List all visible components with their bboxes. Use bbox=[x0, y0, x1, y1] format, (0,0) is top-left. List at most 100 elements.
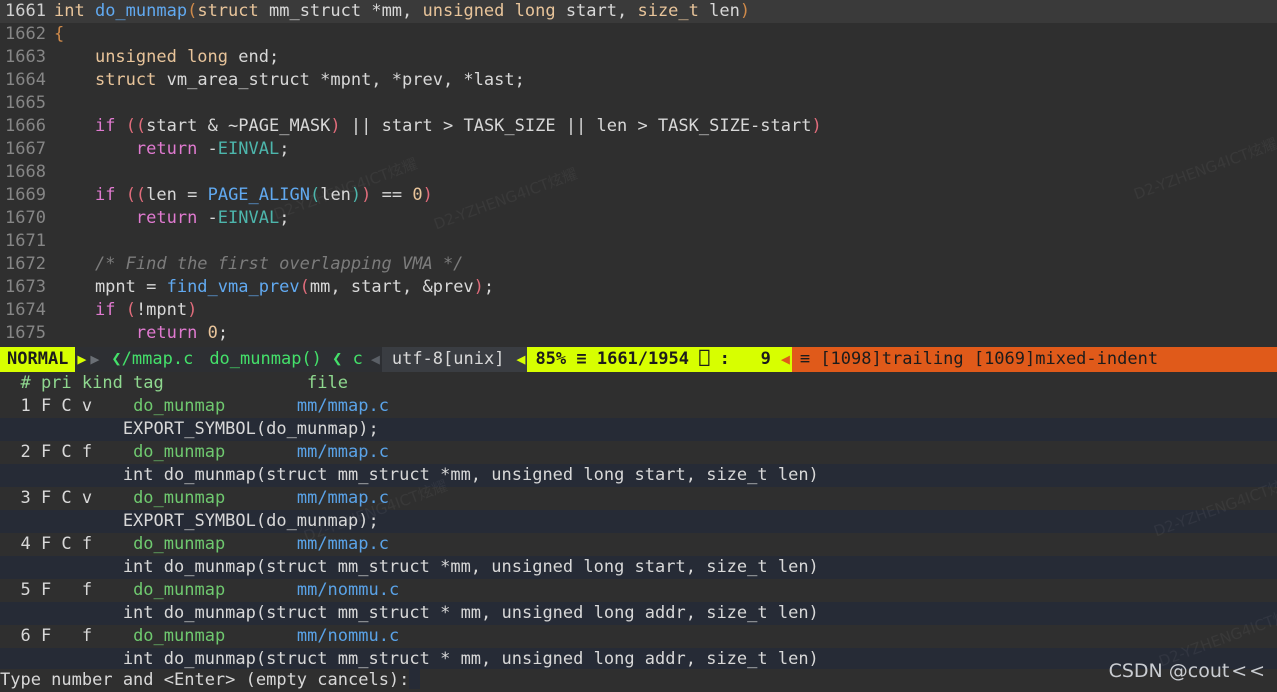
tag-row-meta: 1 F C v bbox=[0, 396, 134, 416]
code-line[interactable]: 1661 int do_munmap(struct mm_struct *mm, … bbox=[0, 0, 1277, 23]
code-line[interactable]: 1671 bbox=[0, 230, 1277, 253]
tag-list-row[interactable]: 1 F C v do_munmap mm/mmap.c bbox=[0, 395, 1277, 418]
code-token: (( bbox=[125, 116, 147, 136]
code-token: size_t bbox=[637, 1, 699, 21]
code-line[interactable]: 1669 if ((len = PAGE_ALIGN(len)) == 0) bbox=[0, 184, 1277, 207]
code-text: return -EINVAL; bbox=[54, 139, 290, 159]
tag-row-name: do_munmap bbox=[133, 580, 226, 600]
code-text: return -EINVAL; bbox=[54, 208, 290, 228]
code-text: { bbox=[54, 24, 64, 44]
tag-row-gap bbox=[225, 580, 297, 600]
code-token: struct bbox=[197, 1, 259, 21]
code-line[interactable]: 1675 return 0; bbox=[0, 322, 1277, 345]
code-text: if ((len = PAGE_ALIGN(len)) == 0) bbox=[54, 185, 433, 205]
code-line[interactable]: 1668 bbox=[0, 161, 1277, 184]
tag-row-file[interactable]: mm/mmap.c bbox=[297, 396, 389, 416]
tag-row-gap bbox=[225, 396, 297, 416]
code-line[interactable]: 1663 unsigned long end; bbox=[0, 46, 1277, 69]
statusline-mode: NORMAL bbox=[0, 347, 76, 372]
tag-list-row[interactable]: 2 F C f do_munmap mm/mmap.c bbox=[0, 441, 1277, 464]
tag-row-preview: EXPORT_SYMBOL(do_munmap); bbox=[0, 418, 1277, 441]
prompt-label: Type number and <Enter> (empty cancels): bbox=[0, 670, 410, 690]
code-line[interactable]: 1666 if ((start & ~PAGE_MASK) || start >… bbox=[0, 115, 1277, 138]
code-token: return bbox=[135, 323, 198, 343]
code-line[interactable]: 1674 if (!mpnt) bbox=[0, 299, 1277, 322]
tag-row-name: do_munmap bbox=[133, 396, 226, 416]
code-text: if (!mpnt) bbox=[54, 300, 197, 320]
code-line[interactable]: 1665 bbox=[0, 92, 1277, 115]
tag-list-row[interactable]: 5 F f do_munmap mm/nommu.c bbox=[0, 579, 1277, 602]
tag-row-preview: int do_munmap(struct mm_struct *mm, unsi… bbox=[0, 464, 1277, 487]
tag-row-file[interactable]: mm/mmap.c bbox=[297, 488, 389, 508]
code-token: !mpnt bbox=[135, 300, 188, 320]
code-text: /* Find the first overlapping VMA */ bbox=[54, 254, 463, 274]
code-token: ( bbox=[309, 185, 321, 205]
code-token: do_munmap bbox=[94, 1, 188, 21]
code-token: ) bbox=[473, 277, 484, 297]
tag-row-gap bbox=[225, 488, 297, 508]
line-number: 1662 bbox=[5, 24, 46, 44]
line-number: 1663 bbox=[5, 47, 46, 67]
code-token: len bbox=[320, 185, 351, 205]
line-number: 1668 bbox=[5, 162, 46, 182]
line-number: 1665 bbox=[5, 93, 46, 113]
tag-row-file[interactable]: mm/mmap.c bbox=[297, 442, 389, 462]
tag-list-row[interactable]: 6 F f do_munmap mm/nommu.c bbox=[0, 625, 1277, 648]
tag-row-gap bbox=[225, 442, 297, 462]
tag-row-file[interactable]: mm/nommu.c bbox=[297, 580, 399, 600]
csdn-watermark: CSDN @cout < < bbox=[1108, 660, 1265, 682]
code-token: if bbox=[94, 300, 116, 320]
statusline-current-tag: do_munmap() ❮ c bbox=[203, 347, 369, 372]
tag-list-row[interactable]: 3 F C v do_munmap mm/mmap.c bbox=[0, 487, 1277, 510]
tag-list-pane[interactable]: # pri kind tag file 1 F C v do_munmap mm… bbox=[0, 372, 1277, 669]
tag-row-gap bbox=[225, 626, 297, 646]
line-number: 1666 bbox=[5, 116, 46, 136]
code-token: 0 bbox=[207, 323, 218, 343]
code-line[interactable]: 1670 return -EINVAL; bbox=[0, 207, 1277, 230]
line-number: 1669 bbox=[5, 185, 46, 205]
code-token: ) bbox=[739, 1, 751, 21]
code-line[interactable]: 1664 struct vm_area_struct *mpnt, *prev,… bbox=[0, 69, 1277, 92]
tag-row-file[interactable]: mm/mmap.c bbox=[297, 534, 389, 554]
code-token: len = bbox=[146, 185, 208, 205]
code-token: mpnt = bbox=[54, 277, 167, 297]
code-token: EINVAL bbox=[217, 208, 280, 228]
code-token: PAGE_ALIGN bbox=[207, 185, 310, 205]
code-token: ; bbox=[483, 277, 495, 297]
code-token: ( bbox=[187, 1, 198, 21]
statusline-encoding: utf-8[unix] bbox=[381, 347, 515, 372]
code-line[interactable]: 1662 { bbox=[0, 23, 1277, 46]
code-text: unsigned long end; bbox=[54, 47, 279, 67]
code-line[interactable]: 1673 mpnt = find_vma_prev(mm, start, &pr… bbox=[0, 276, 1277, 299]
code-token: ) bbox=[330, 116, 341, 136]
code-token: struct bbox=[94, 70, 157, 90]
code-token: ) bbox=[811, 116, 822, 136]
statusline-warnings: ≡ [1098]trailing [1069]mixed-indent bbox=[791, 347, 1167, 372]
tag-row-file[interactable]: mm/nommu.c bbox=[297, 626, 399, 646]
tag-row-name: do_munmap bbox=[133, 442, 226, 462]
tag-row-name: do_munmap bbox=[133, 626, 226, 646]
vim-statusline: NORMAL ▶ ▶ ❮/mmap.c do_munmap() ❮ c ◀ ut… bbox=[0, 347, 1277, 372]
mode-separator-arrow-icon: ▶ bbox=[75, 347, 89, 372]
code-editor-pane[interactable]: 1661 int do_munmap(struct mm_struct *mm, … bbox=[0, 0, 1277, 347]
tag-row-meta: 5 F f bbox=[0, 580, 134, 600]
command-prompt[interactable]: Type number and <Enter> (empty cancels): bbox=[0, 669, 1277, 692]
tag-row-preview: int do_munmap(struct mm_struct * mm, uns… bbox=[0, 602, 1277, 625]
code-line[interactable]: 1672 /* Find the first overlapping VMA *… bbox=[0, 253, 1277, 276]
mode-separator-arrow2-icon: ▶ bbox=[88, 347, 102, 372]
code-text: if ((start & ~PAGE_MASK) || start > TASK… bbox=[54, 116, 822, 136]
tag-separator-arrow-icon: ◀ bbox=[368, 347, 382, 372]
code-line[interactable]: 1667 return -EINVAL; bbox=[0, 138, 1277, 161]
tag-list-row[interactable]: 4 F C f do_munmap mm/mmap.c bbox=[0, 533, 1277, 556]
line-number: 1661 bbox=[5, 1, 46, 21]
code-token: - bbox=[197, 139, 218, 159]
code-token: ; bbox=[217, 323, 229, 343]
